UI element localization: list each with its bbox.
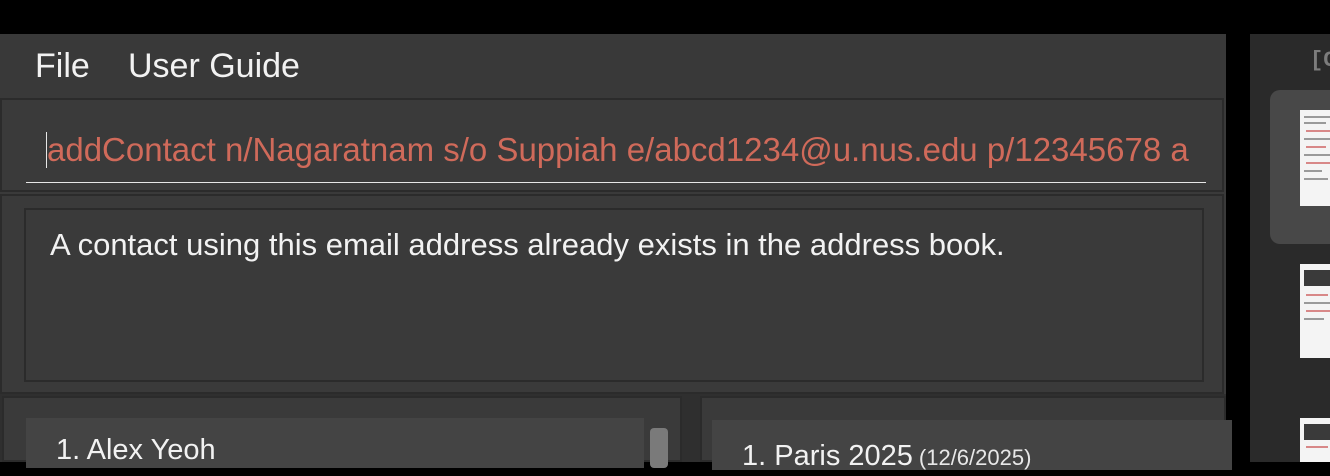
result-display[interactable]: A contact using this email address alrea… <box>24 208 1204 382</box>
result-message: A contact using this email address alrea… <box>50 227 1005 262</box>
thumbnail-3[interactable] <box>1300 418 1330 462</box>
person-card[interactable]: 1. Alex Yeoh <box>26 418 644 468</box>
slide-sidebar: [C <box>1250 34 1330 462</box>
menu-file[interactable]: File <box>35 46 90 86</box>
menu-bar: File User Guide <box>0 34 1226 98</box>
command-box-panel: addContact n/Nagaratnam s/o Suppiah e/ab… <box>0 98 1224 192</box>
result-display-panel: A contact using this email address alrea… <box>0 194 1224 394</box>
trip-title: 1. Paris 2025 (12/6/2025) <box>742 438 1031 476</box>
trip-name: 1. Paris 2025 <box>742 440 913 472</box>
person-name: 1. Alex Yeoh <box>56 434 216 466</box>
app-window: File User Guide addContact n/Nagaratnam … <box>0 34 1232 472</box>
top-bar <box>0 0 1330 34</box>
person-list-panel: 1. Alex Yeoh <box>2 396 682 468</box>
sidebar-header: [C <box>1310 48 1330 73</box>
thumbnail-1[interactable] <box>1300 110 1330 206</box>
person-list-scrollbar[interactable] <box>650 428 668 468</box>
command-input[interactable]: addContact n/Nagaratnam s/o Suppiah e/ab… <box>26 120 1206 183</box>
trip-date: (12/6/2025) <box>918 445 1032 470</box>
thumbnail-2[interactable] <box>1300 264 1330 358</box>
trip-list-panel: 1. Paris 2025 (12/6/2025) <box>700 396 1232 472</box>
menu-user-guide[interactable]: User Guide <box>128 46 300 86</box>
command-text: addContact n/Nagaratnam s/o Suppiah e/ab… <box>47 131 1189 168</box>
trip-card[interactable]: 1. Paris 2025 (12/6/2025) <box>712 420 1232 472</box>
